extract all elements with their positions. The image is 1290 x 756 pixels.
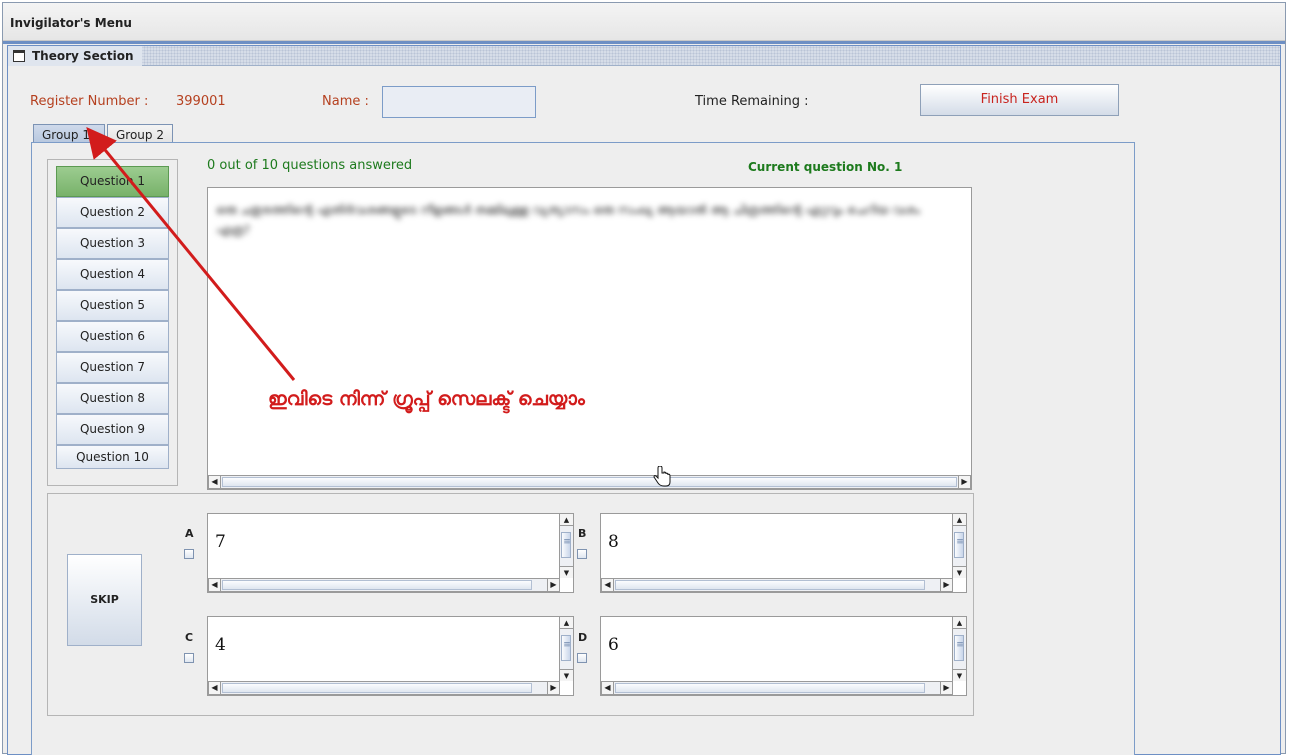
scroll-right-icon[interactable]: ▶ (958, 476, 970, 488)
scroll-thumb[interactable] (561, 532, 572, 558)
time-remaining-label: Time Remaining : (695, 94, 809, 109)
scroll-thumb[interactable] (561, 635, 572, 661)
option-c-horizontal-scrollbar[interactable]: ◀ ▶ (208, 681, 560, 695)
scroll-thumb[interactable] (615, 683, 925, 693)
scroll-right-icon[interactable]: ▶ (547, 682, 559, 694)
frame-title-label: Theory Section (32, 49, 134, 63)
option-b-checkbox[interactable] (577, 549, 587, 559)
question-button-3[interactable]: Question 3 (56, 228, 169, 259)
question-button-2[interactable]: Question 2 (56, 197, 169, 228)
question-button-8[interactable]: Question 8 (56, 383, 169, 414)
question-text: ഒരു ചതുരത്തിന്റെ എതിർവശങ്ങളുടെ നീളങ്ങൾ ത… (216, 203, 920, 237)
scroll-up-icon[interactable]: ▲ (953, 617, 966, 629)
question-button-6[interactable]: Question 6 (56, 321, 169, 352)
option-b-vertical-scrollbar[interactable]: ▲ ▼ (952, 514, 966, 578)
option-b-letter: B (578, 527, 587, 540)
window-title: Invigilator's Menu (10, 16, 132, 30)
question-button-4[interactable]: Question 4 (56, 259, 169, 290)
question-button-10[interactable]: Question 10 (56, 445, 169, 469)
menu-bar: Invigilator's Menu (3, 3, 1285, 41)
question-button-9[interactable]: Question 9 (56, 414, 169, 445)
option-a-vertical-scrollbar[interactable]: ▲ ▼ (559, 514, 573, 578)
theory-section-frame: Theory Section Register Number : 399001 … (7, 45, 1281, 755)
option-c-letter: C (185, 631, 194, 644)
tab-group-1[interactable]: Group 1 (33, 124, 105, 144)
option-b-box[interactable]: 8 ▲ ▼ ◀ ▶ (600, 513, 967, 593)
question-button-5[interactable]: Question 5 (56, 290, 169, 321)
scroll-down-icon[interactable]: ▼ (560, 669, 573, 681)
scroll-thumb[interactable] (954, 532, 965, 558)
option-c-box[interactable]: 4 ▲ ▼ ◀ ▶ (207, 616, 574, 696)
frame-icon (13, 50, 25, 62)
option-a-box[interactable]: 7 ▲ ▼ ◀ ▶ (207, 513, 574, 593)
option-d-horizontal-scrollbar[interactable]: ◀ ▶ (601, 681, 953, 695)
option-b-horizontal-scrollbar[interactable]: ◀ ▶ (601, 578, 953, 592)
question-horizontal-scrollbar[interactable]: ◀ ▶ (208, 475, 971, 489)
question-list: Question 1 Question 2 Question 3 Questio… (47, 159, 178, 486)
option-a-checkbox[interactable] (184, 549, 194, 559)
option-d-vertical-scrollbar[interactable]: ▲ ▼ (952, 617, 966, 681)
option-b-value: 8 (608, 532, 619, 552)
finish-exam-button[interactable]: Finish Exam (920, 84, 1119, 116)
scroll-left-icon[interactable]: ◀ (209, 682, 221, 694)
register-number-label: Register Number : (30, 94, 149, 109)
scroll-left-icon[interactable]: ◀ (209, 579, 221, 591)
name-label: Name : (322, 94, 369, 109)
scroll-left-icon[interactable]: ◀ (602, 579, 614, 591)
scroll-thumb[interactable] (222, 477, 957, 487)
option-c-checkbox[interactable] (184, 653, 194, 663)
option-c-vertical-scrollbar[interactable]: ▲ ▼ (559, 617, 573, 681)
options-panel: SKIP A 7 ▲ ▼ ◀ ▶ B (47, 493, 974, 716)
tab-group-2[interactable]: Group 2 (107, 124, 173, 144)
scroll-down-icon[interactable]: ▼ (953, 669, 966, 681)
option-a-letter: A (185, 527, 194, 540)
current-question: Current question No. 1 (748, 160, 903, 174)
option-d-letter: D (578, 631, 588, 644)
frame-title-bar[interactable]: Theory Section (8, 46, 1280, 66)
scroll-down-icon[interactable]: ▼ (953, 566, 966, 578)
scroll-up-icon[interactable]: ▲ (560, 617, 573, 629)
hand-cursor-icon (653, 466, 671, 487)
question-button-1[interactable]: Question 1 (56, 166, 169, 197)
question-text-area[interactable]: ഒരു ചതുരത്തിന്റെ എതിർവശങ്ങളുടെ നീളങ്ങൾ ത… (207, 187, 972, 490)
scroll-right-icon[interactable]: ▶ (940, 682, 952, 694)
scroll-thumb[interactable] (954, 635, 965, 661)
scroll-up-icon[interactable]: ▲ (560, 514, 573, 526)
option-d-value: 6 (608, 635, 619, 655)
scroll-right-icon[interactable]: ▶ (547, 579, 559, 591)
scroll-thumb[interactable] (222, 683, 532, 693)
skip-button[interactable]: SKIP (67, 554, 142, 646)
scroll-left-icon[interactable]: ◀ (209, 476, 221, 488)
scroll-down-icon[interactable]: ▼ (560, 566, 573, 578)
frame-title: Theory Section (8, 46, 142, 66)
name-field[interactable] (382, 86, 536, 118)
annotation-text: ഇവിടെ നിന്ന് ഗ്രൂപ്പ് സെലക്ട് ചെയ്യാം (268, 388, 585, 410)
question-button-7[interactable]: Question 7 (56, 352, 169, 383)
register-number-value: 399001 (176, 94, 226, 109)
application-window: Invigilator's Menu Theory Section Regist… (2, 2, 1286, 755)
scroll-left-icon[interactable]: ◀ (602, 682, 614, 694)
answered-count: 0 out of 10 questions answered (207, 158, 413, 173)
group-tab-panel: Question 1 Question 2 Question 3 Questio… (31, 142, 1135, 755)
option-a-value: 7 (215, 532, 226, 552)
scroll-thumb[interactable] (222, 580, 532, 590)
option-d-checkbox[interactable] (577, 653, 587, 663)
option-d-box[interactable]: 6 ▲ ▼ ◀ ▶ (600, 616, 967, 696)
option-c-value: 4 (215, 635, 226, 655)
option-a-horizontal-scrollbar[interactable]: ◀ ▶ (208, 578, 560, 592)
separator (3, 41, 1285, 44)
scroll-thumb[interactable] (615, 580, 925, 590)
scroll-up-icon[interactable]: ▲ (953, 514, 966, 526)
scroll-right-icon[interactable]: ▶ (940, 579, 952, 591)
